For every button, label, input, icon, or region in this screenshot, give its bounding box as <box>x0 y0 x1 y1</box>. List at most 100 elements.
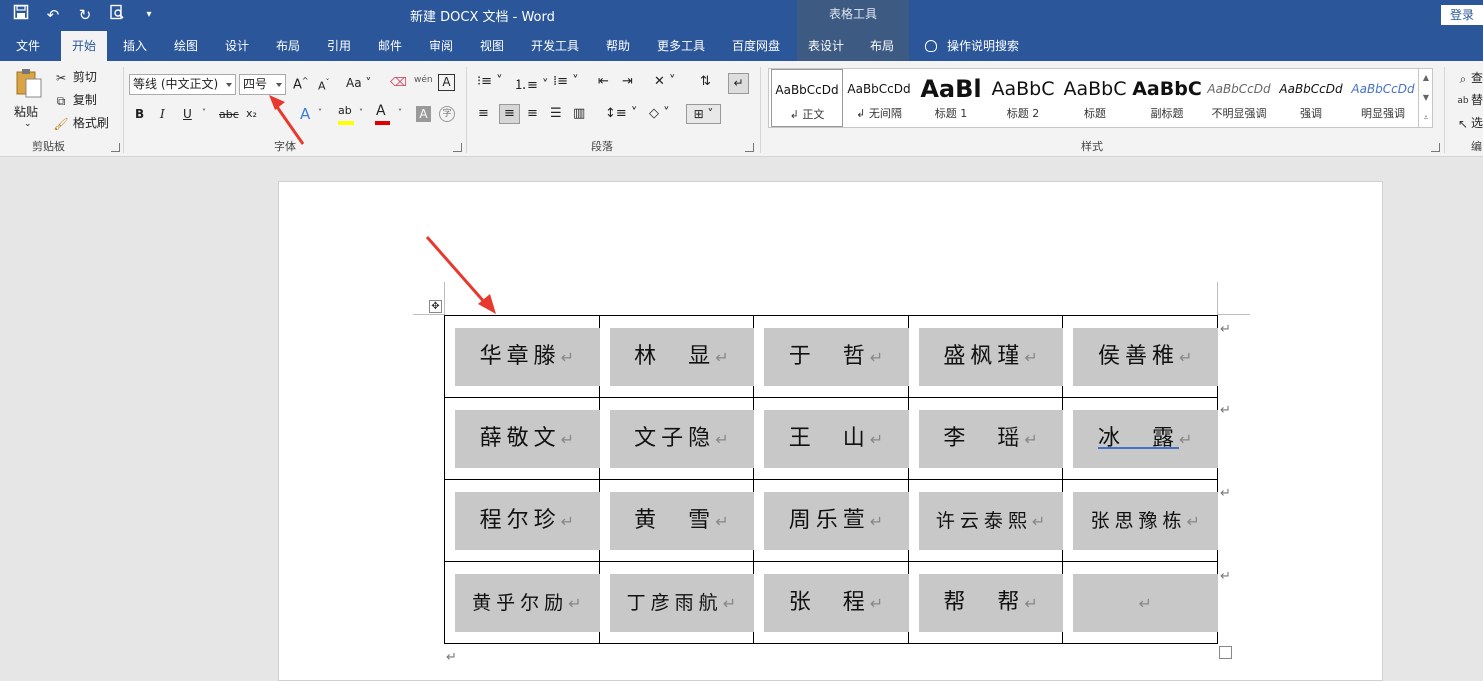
bullets-icon[interactable]: ⁝≡ ˅ <box>477 74 503 89</box>
table-cell[interactable]: 张思豫栋↵ <box>1062 479 1218 562</box>
table-cell[interactable]: 李 瑶↵ <box>907 397 1064 480</box>
line-spacing-icon[interactable]: ↕≡ ˅ <box>605 106 637 121</box>
paragraph-launcher-icon[interactable] <box>745 143 754 152</box>
table-resize-handle-icon[interactable] <box>1219 646 1232 659</box>
gallery-more-icon[interactable]: ⩡ <box>1419 108 1433 128</box>
increase-indent-icon[interactable]: ⇥ <box>622 74 633 89</box>
multilevel-list-icon[interactable]: ⁞≡ ˅ <box>553 74 579 89</box>
underline-button[interactable]: U <box>183 107 192 121</box>
chinese-layout-icon[interactable]: ✕ ˅ <box>654 74 676 89</box>
table-cell[interactable]: 文子隐↵ <box>598 397 755 480</box>
font-color-dropdown-icon[interactable]: ˅ <box>398 108 402 117</box>
borders-icon[interactable]: ⊞ ˅ <box>686 104 721 124</box>
justify-icon[interactable]: ☰ <box>550 106 562 121</box>
clipboard-launcher-icon[interactable] <box>111 143 120 152</box>
table-cell[interactable]: 黄乎尔励↵ <box>444 561 600 644</box>
show-paragraph-marks-icon[interactable]: ↵ <box>728 73 749 94</box>
table-cell[interactable]: 程尔珍↵ <box>444 479 600 562</box>
change-case-button[interactable]: Aa ˅ <box>346 76 371 90</box>
table-cell[interactable]: 帮 帮↵ <box>907 561 1064 644</box>
select-button[interactable]: ↖ 选 <box>1455 114 1483 132</box>
undo-icon[interactable]: ↶ <box>42 4 64 26</box>
table-cell[interactable]: 王 山↵ <box>753 397 909 480</box>
shrink-font-icon[interactable]: Aˇ <box>318 78 330 93</box>
replace-button[interactable]: ab 替 <box>1455 91 1483 109</box>
text-effects-dropdown-icon[interactable]: ˅ <box>318 108 322 117</box>
table-cell[interactable]: 华章滕↵ <box>444 315 600 398</box>
style-title[interactable]: AaBbC 标题 <box>1059 69 1131 127</box>
table-cell[interactable]: 丁彦雨航↵ <box>598 561 755 644</box>
shading-bucket-icon[interactable]: ◇ ˅ <box>649 106 670 121</box>
decrease-indent-icon[interactable]: ⇤ <box>598 74 609 89</box>
save-icon[interactable] <box>10 4 32 26</box>
format-painter-button[interactable]: 🖌 格式刷 <box>53 114 108 132</box>
highlight-dropdown-icon[interactable]: ˅ <box>359 108 363 117</box>
tab-table-layout[interactable]: 布局 <box>855 31 909 61</box>
print-preview-icon[interactable] <box>106 4 128 26</box>
style-heading-1[interactable]: AaBl 标题 1 <box>915 69 987 127</box>
sort-icon[interactable]: ⇅ <box>700 74 711 89</box>
tab-insert[interactable]: 插入 <box>117 31 153 61</box>
login-button[interactable]: 登录 <box>1441 5 1483 25</box>
table-cell[interactable]: 冰 露↵ <box>1062 397 1218 480</box>
tab-home[interactable]: 开始 <box>61 31 107 61</box>
table-cell[interactable]: ↵ <box>1062 561 1218 644</box>
distributed-icon[interactable]: ▥ <box>573 106 585 121</box>
highlight-button[interactable]: ab <box>338 103 354 125</box>
table-cell[interactable]: 侯善稚↵ <box>1062 315 1218 398</box>
tab-design[interactable]: 设计 <box>219 31 255 61</box>
style-no-spacing[interactable]: AaBbCcDd ↲ 无间隔 <box>843 69 915 127</box>
chevron-down-icon[interactable]: ▼ <box>1419 88 1433 108</box>
font-launcher-icon[interactable] <box>453 143 462 152</box>
font-color-button[interactable]: A <box>375 103 390 125</box>
enclose-characters-icon[interactable]: 字 <box>439 106 455 122</box>
character-border-icon[interactable]: A <box>438 74 455 91</box>
style-emphasis[interactable]: AaBbCcDd 强调 <box>1275 69 1347 127</box>
tab-file[interactable]: 文件 <box>10 31 46 61</box>
tab-more-tools[interactable]: 更多工具 <box>651 31 711 61</box>
tell-me-search[interactable]: 操作说明搜索 <box>925 31 1019 61</box>
bold-button[interactable]: B <box>135 107 144 121</box>
style-heading-2[interactable]: AaBbC 标题 2 <box>987 69 1059 127</box>
styles-launcher-icon[interactable] <box>1431 143 1440 152</box>
cut-button[interactable]: ✂ 剪切 <box>53 68 97 86</box>
character-shading-icon[interactable]: A <box>416 106 431 122</box>
tab-baidu-netdisk[interactable]: 百度网盘 <box>726 31 786 61</box>
table-cell[interactable]: 许云泰熙↵ <box>907 479 1064 562</box>
align-left-icon[interactable]: ≡ <box>478 106 489 121</box>
align-right-icon[interactable]: ≡ <box>527 106 538 121</box>
underline-dropdown-icon[interactable]: ˅ <box>202 108 206 117</box>
tab-draw[interactable]: 绘图 <box>168 31 204 61</box>
table-cell[interactable]: 薛敬文↵ <box>444 397 600 480</box>
chevron-up-icon[interactable]: ▲ <box>1419 68 1433 88</box>
table-cell[interactable]: 周乐萱↵ <box>753 479 909 562</box>
tab-review[interactable]: 审阅 <box>423 31 459 61</box>
subscript-button[interactable]: x₂ <box>246 107 257 120</box>
strikethrough-button[interactable]: abc <box>219 108 239 121</box>
numbering-icon[interactable]: ⒈≡ ˅ <box>514 74 549 93</box>
tab-help[interactable]: 帮助 <box>600 31 636 61</box>
table-cell[interactable]: 黄 雪↵ <box>598 479 755 562</box>
align-center-icon[interactable]: ≡ <box>499 104 520 124</box>
paste-button[interactable]: 粘贴 ⌄ <box>10 65 48 129</box>
style-normal[interactable]: AaBbCcDd ↲ 正文 <box>771 69 843 127</box>
style-intense-emphasis[interactable]: AaBbCcDd 明显强调 <box>1347 69 1419 127</box>
style-subtitle[interactable]: AaBbC 副标题 <box>1131 69 1203 127</box>
tab-view[interactable]: 视图 <box>474 31 510 61</box>
table-cell[interactable]: 于 哲↵ <box>753 315 909 398</box>
table-cell[interactable]: 林 显↵ <box>598 315 755 398</box>
italic-button[interactable]: I <box>160 107 165 121</box>
table-cell[interactable]: 张 程↵ <box>753 561 909 644</box>
font-name-combo[interactable]: 等线 (中文正文) <box>129 74 236 95</box>
redo-icon[interactable]: ↻ <box>74 4 96 26</box>
tab-developer[interactable]: 开发工具 <box>525 31 585 61</box>
grow-font-icon[interactable]: A^ <box>293 76 309 92</box>
clear-formatting-icon[interactable]: ⌫ <box>390 75 407 89</box>
tab-layout[interactable]: 布局 <box>270 31 306 61</box>
tab-references[interactable]: 引用 <box>321 31 357 61</box>
table-cell[interactable]: 盛枫瑾↵ <box>907 315 1064 398</box>
tab-table-design[interactable]: 表设计 <box>797 31 855 61</box>
style-subtle-emphasis[interactable]: AaBbCcDd 不明显强调 <box>1203 69 1275 127</box>
copy-button[interactable]: ⧉ 复制 <box>53 91 97 109</box>
tab-mailings[interactable]: 邮件 <box>372 31 408 61</box>
